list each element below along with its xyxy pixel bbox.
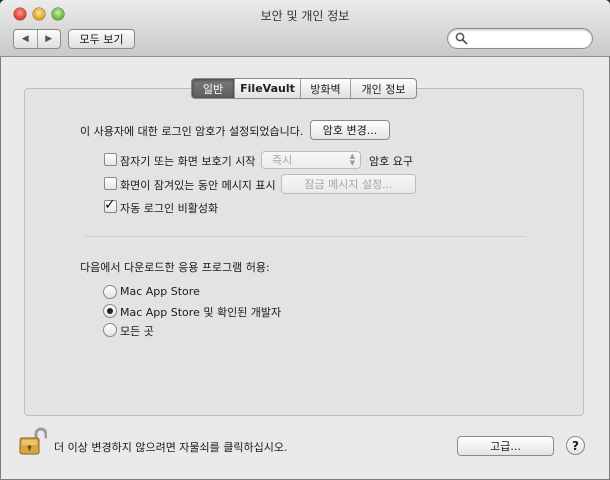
require-password-suffix: 암호 요구 bbox=[369, 155, 413, 168]
show-message-checkbox[interactable] bbox=[104, 177, 117, 190]
section-divider bbox=[84, 236, 526, 237]
download-heading: 다음에서 다운로드한 응용 프로그램 허용: bbox=[80, 261, 270, 274]
help-button[interactable]: ? bbox=[566, 436, 585, 455]
preferences-window: 보안 및 개인 정보 ◀ ▶ 모두 보기 일반 FileVault 방화벽 개인… bbox=[0, 0, 610, 480]
forward-button[interactable]: ▶ bbox=[36, 30, 61, 48]
lock-open-icon[interactable] bbox=[19, 426, 47, 456]
advanced-button[interactable]: 고급... bbox=[457, 436, 554, 456]
popup-arrows-icon: ▲ ▼ bbox=[349, 152, 355, 167]
change-password-button[interactable]: 암호 변경... bbox=[310, 120, 390, 140]
radio-mac-app-store[interactable] bbox=[103, 285, 117, 299]
show-message-label: 화면이 잠겨있는 동안 메시지 표시 bbox=[120, 179, 276, 192]
set-lock-message-button[interactable]: 잠금 메시지 설정... bbox=[281, 174, 416, 194]
password-set-text: 이 사용자에 대한 로그인 암호가 설정되었습니다. bbox=[80, 125, 304, 138]
titlebar: 보안 및 개인 정보 ◀ ▶ 모두 보기 bbox=[0, 0, 610, 57]
require-password-label: 잠자기 또는 화면 보호기 시작 bbox=[120, 155, 256, 168]
password-delay-popup[interactable]: 즉시 ▲ ▼ bbox=[261, 151, 361, 169]
radio-identified-developers[interactable] bbox=[103, 304, 117, 318]
disable-auto-login-label: 자동 로그인 비활성화 bbox=[120, 202, 219, 215]
show-all-button[interactable]: 모두 보기 bbox=[68, 29, 135, 49]
checkmark-icon: ✓ bbox=[104, 197, 116, 213]
search-icon bbox=[455, 32, 468, 45]
back-forward-control: ◀ ▶ bbox=[13, 29, 61, 49]
forward-arrow-icon: ▶ bbox=[45, 34, 53, 44]
require-password-checkbox[interactable] bbox=[104, 153, 117, 166]
lock-instruction-text: 더 이상 변경하지 않으려면 자물쇠를 클릭하십시오. bbox=[54, 441, 288, 454]
tab-privacy[interactable]: 개인 정보 bbox=[350, 79, 416, 98]
radio-identified-developers-label: Mac App Store 및 확인된 개발자 bbox=[120, 306, 282, 319]
radio-selected-dot bbox=[107, 308, 113, 314]
password-delay-value: 즉시 bbox=[272, 154, 293, 167]
tab-bar: 일반 FileVault 방화벽 개인 정보 bbox=[191, 78, 417, 99]
disable-auto-login-checkbox[interactable]: ✓ bbox=[104, 197, 117, 213]
radio-anywhere[interactable] bbox=[103, 323, 117, 337]
window-title: 보안 및 개인 정보 bbox=[260, 9, 350, 23]
tab-general[interactable]: 일반 bbox=[192, 79, 234, 98]
back-arrow-icon: ◀ bbox=[21, 34, 29, 44]
tab-filevault[interactable]: FileVault bbox=[234, 79, 300, 98]
radio-mac-app-store-label: Mac App Store bbox=[120, 285, 200, 298]
tab-firewall[interactable]: 방화벽 bbox=[300, 79, 350, 98]
search-input[interactable] bbox=[470, 31, 585, 46]
search-field[interactable] bbox=[447, 28, 593, 49]
radio-anywhere-label: 모든 곳 bbox=[120, 325, 154, 338]
back-button[interactable]: ◀ bbox=[14, 30, 37, 48]
